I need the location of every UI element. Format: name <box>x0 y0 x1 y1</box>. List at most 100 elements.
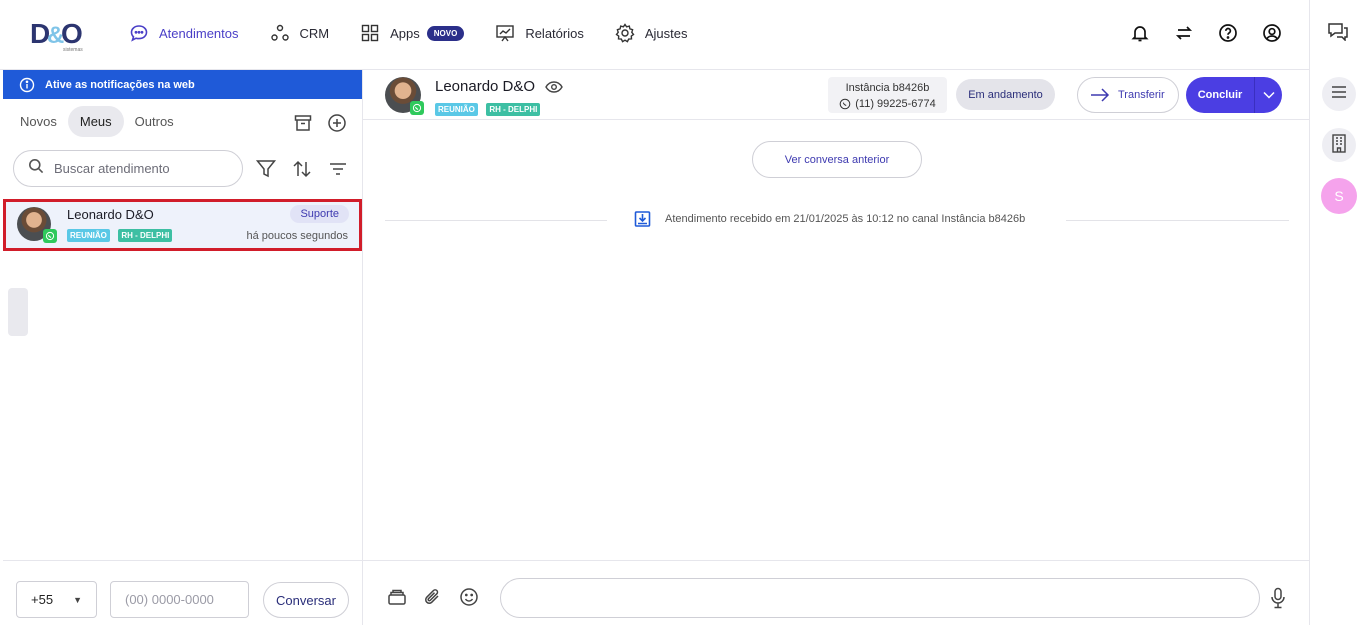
nav-label: Apps <box>390 25 420 41</box>
system-message: Atendimento recebido em 21/01/2025 às 10… <box>634 210 1034 228</box>
search-icon <box>28 158 44 179</box>
nav-label: Atendimentos <box>159 25 239 41</box>
scrollbar-thumb[interactable] <box>8 288 28 336</box>
user-circle-icon[interactable] <box>1261 22 1283 44</box>
inbox-download-icon <box>634 210 651 228</box>
nav-label: Relatórios <box>525 25 584 41</box>
header-actions <box>1129 22 1283 44</box>
add-circle-icon[interactable] <box>327 113 347 138</box>
divider-line-right <box>1066 220 1289 221</box>
nav-apps[interactable]: Apps NOVO <box>359 22 465 44</box>
notification-banner[interactable]: Ative as notificações na web <box>3 70 362 99</box>
logo-subtext: sistemas <box>63 47 83 53</box>
search-input[interactable] <box>54 161 224 176</box>
top-bar: D & O sistemas Atendimentos CRM Apps NOV… <box>0 0 1309 70</box>
company-rail-button[interactable] <box>1322 128 1356 162</box>
bell-icon[interactable] <box>1129 22 1151 44</box>
transfer-label: Transferir <box>1118 89 1165 101</box>
conversation-time: há poucos segundos <box>246 230 348 242</box>
message-composer <box>363 560 1309 625</box>
filter-funnel-icon[interactable] <box>255 158 277 185</box>
new-conversation-footer: +55 ▼ Conversar <box>3 560 362 625</box>
emoji-icon[interactable] <box>459 587 479 612</box>
caret-down-icon: ▼ <box>73 594 82 605</box>
company-logo[interactable]: D & O sistemas <box>30 15 88 55</box>
nav-crm[interactable]: CRM <box>269 22 330 44</box>
conclude-button[interactable]: Concluir <box>1186 89 1254 101</box>
phone-input[interactable] <box>110 581 249 618</box>
tag-rh-delphi: RH - DELPHI <box>486 103 541 116</box>
grid-icon <box>359 22 381 44</box>
conversation-item[interactable]: Leonardo D&O REUNIÃO RH - DELPHI Suporte… <box>3 199 362 251</box>
archive-icon[interactable] <box>293 113 313 138</box>
chat-rail-button[interactable] <box>1320 15 1356 51</box>
search-box <box>13 150 243 187</box>
network-icon <box>269 22 291 44</box>
tab-novos[interactable]: Novos <box>13 106 64 137</box>
avatar-initial: S <box>1334 188 1344 204</box>
gear-icon <box>614 22 636 44</box>
conversation-name: Leonardo D&O <box>67 207 154 222</box>
conclude-dropdown[interactable] <box>1255 91 1282 99</box>
tag-reuniao: REUNIÃO <box>67 229 110 242</box>
help-circle-icon[interactable] <box>1217 22 1239 44</box>
filter-lines-icon[interactable] <box>327 158 349 185</box>
conclude-button-group: Concluir <box>1186 77 1282 113</box>
quick-replies-icon[interactable] <box>387 587 407 612</box>
chat-contact-title: Leonardo D&O <box>435 78 563 95</box>
nav-ajustes[interactable]: Ajustes <box>614 22 688 44</box>
presentation-chart-icon <box>494 22 516 44</box>
start-conversation-button[interactable]: Conversar <box>263 582 349 618</box>
paperclip-icon[interactable] <box>423 587 443 612</box>
chat-contact-name: Leonardo D&O <box>435 78 536 95</box>
sort-arrows-icon[interactable] <box>291 158 313 185</box>
instance-phone-row: (11) 99225-6774 <box>828 96 947 112</box>
tag-reuniao: REUNIÃO <box>435 103 478 116</box>
microphone-icon[interactable] <box>1269 587 1287 614</box>
nav-label: CRM <box>299 25 330 41</box>
right-rail: S <box>1309 0 1359 625</box>
status-badge: Em andamento <box>956 79 1055 110</box>
tab-actions <box>293 113 347 138</box>
chat-header: Leonardo D&O REUNIÃO RH - DELPHI Instânc… <box>363 70 1309 120</box>
new-badge: NOVO <box>426 25 465 41</box>
composer-tools <box>387 587 479 612</box>
info-icon <box>19 77 35 93</box>
transfer-button[interactable]: Transferir <box>1077 77 1179 113</box>
chat-bubble-icon <box>128 22 150 44</box>
svg-text:O: O <box>61 18 83 49</box>
menu-rail-button[interactable] <box>1322 77 1356 111</box>
nav-label: Ajustes <box>644 25 688 41</box>
whatsapp-icon <box>43 229 57 243</box>
chevron-down-icon <box>1262 91 1275 99</box>
divider-line-left <box>385 220 607 221</box>
arrow-right-icon <box>1090 88 1110 102</box>
main-nav: Atendimentos CRM Apps NOVO Relatórios Aj… <box>128 0 717 66</box>
queue-badge: Suporte <box>290 205 349 223</box>
queue-tabs: Novos Meus Outros <box>13 106 181 137</box>
country-code-select[interactable]: +55 ▼ <box>16 581 97 618</box>
conversation-list-panel: Ative as notificações na web Novos Meus … <box>3 70 363 625</box>
tab-meus[interactable]: Meus <box>67 106 124 137</box>
whatsapp-icon <box>410 101 424 115</box>
country-code-value: +55 <box>31 592 54 607</box>
instance-info: Instância b8426b (11) 99225-6774 <box>828 77 947 113</box>
tab-outros[interactable]: Outros <box>128 106 181 137</box>
user-avatar-rail[interactable]: S <box>1321 178 1357 214</box>
hamburger-icon <box>1331 85 1347 104</box>
nav-atendimentos[interactable]: Atendimentos <box>128 22 239 44</box>
whatsapp-outline-icon <box>839 98 851 110</box>
nav-relatorios[interactable]: Relatórios <box>494 22 584 44</box>
search-tools <box>255 158 349 185</box>
previous-conversation-button[interactable]: Ver conversa anterior <box>752 141 922 178</box>
notification-text: Ative as notificações na web <box>45 78 195 91</box>
eye-icon[interactable] <box>545 80 563 94</box>
message-input[interactable] <box>500 578 1260 618</box>
swap-arrows-icon[interactable] <box>1173 22 1195 44</box>
system-message-text: Atendimento recebido em 21/01/2025 às 10… <box>665 213 1026 225</box>
chat-tags: REUNIÃO RH - DELPHI <box>435 99 544 117</box>
chat-bubbles-icon <box>1327 21 1349 46</box>
building-icon <box>1330 133 1348 158</box>
instance-label: Instância b8426b <box>845 82 930 94</box>
conversation-tags: REUNIÃO RH - DELPHI <box>67 225 176 243</box>
